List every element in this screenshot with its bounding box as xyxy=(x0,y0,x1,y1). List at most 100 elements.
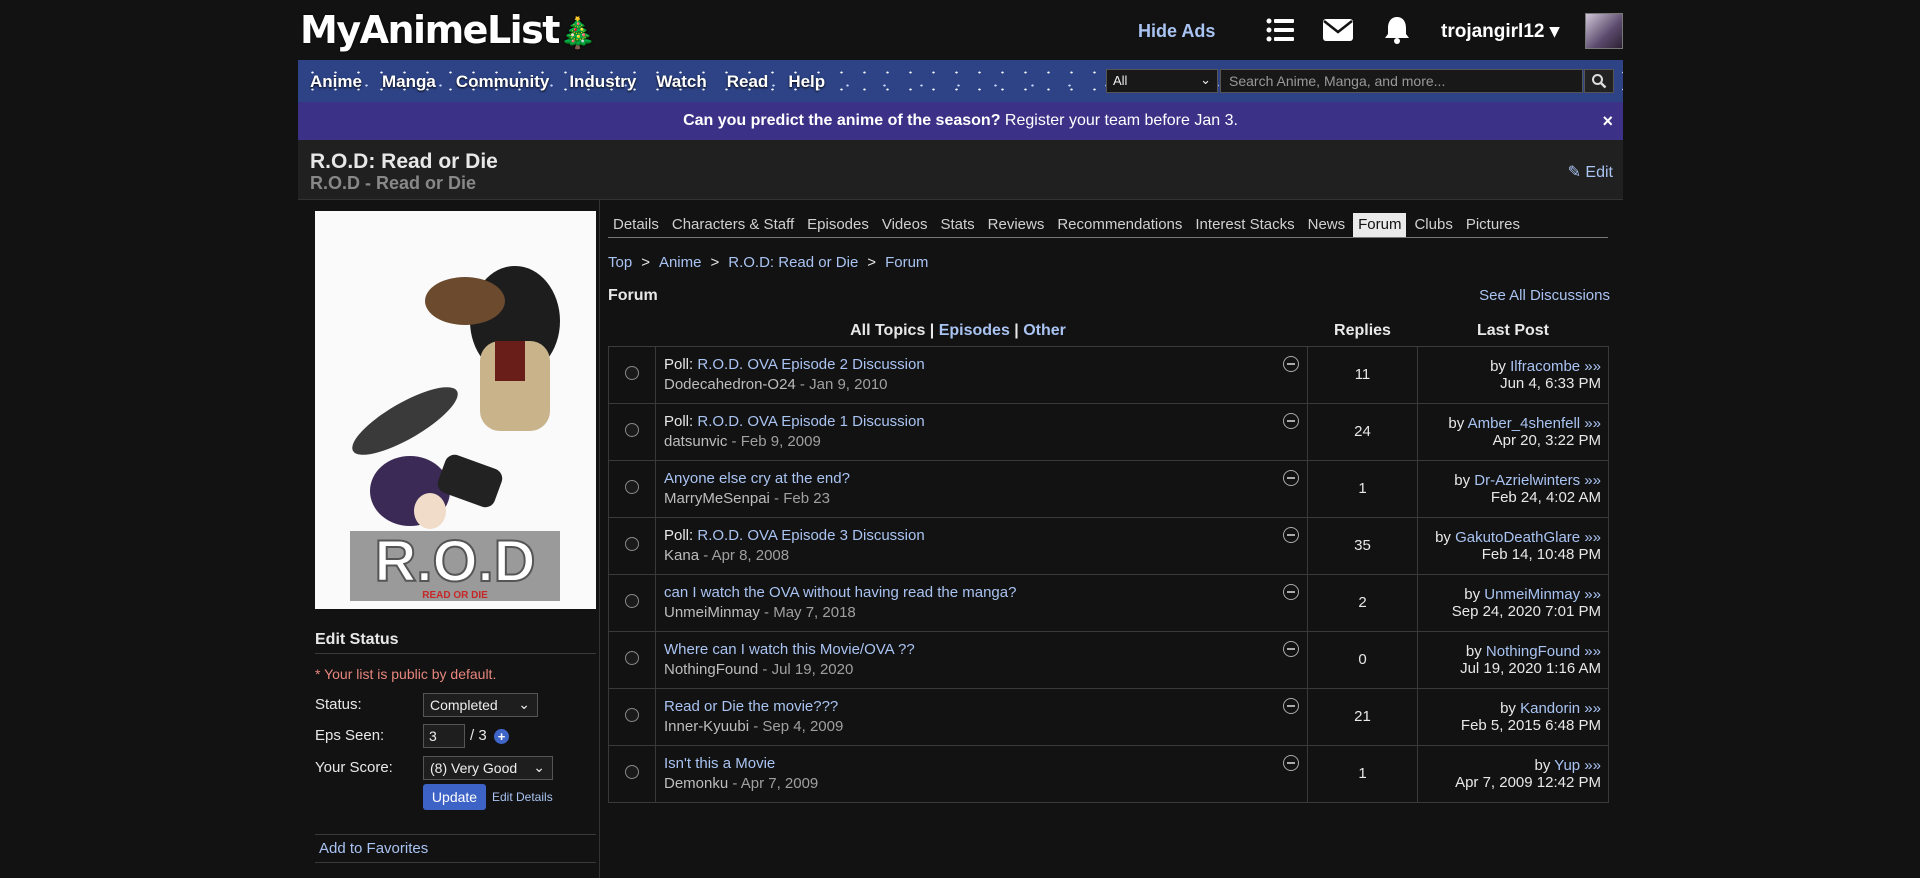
increment-eps-icon[interactable]: + xyxy=(494,729,509,744)
topic-author[interactable]: datsunvic xyxy=(664,433,727,450)
topic-author[interactable]: MarryMeSenpai xyxy=(664,490,770,507)
topic-radio[interactable] xyxy=(625,651,639,665)
topic-title-link[interactable]: can I watch the OVA without having read … xyxy=(664,584,1016,601)
add-to-favorites-link[interactable]: Add to Favorites xyxy=(315,834,596,863)
last-post-user-link[interactable]: UnmeiMinmay »» xyxy=(1484,586,1601,603)
last-post-user-link[interactable]: Dr-Azrielwinters »» xyxy=(1474,472,1601,489)
nav-watch[interactable]: Watch xyxy=(656,72,706,92)
collapse-icon[interactable] xyxy=(1283,640,1299,657)
avatar[interactable] xyxy=(1585,13,1623,49)
eps-total: / 3 xyxy=(470,727,487,744)
tab-news[interactable]: News xyxy=(1303,213,1351,237)
tab-pictures[interactable]: Pictures xyxy=(1461,213,1525,237)
close-icon[interactable]: × xyxy=(1602,102,1613,140)
promo-banner[interactable]: Can you predict the anime of the season?… xyxy=(298,102,1623,140)
topic-radio[interactable] xyxy=(625,594,639,608)
topic-author[interactable]: Inner-Kyuubi xyxy=(664,718,749,735)
topic-radio[interactable] xyxy=(625,708,639,722)
topic-radio[interactable] xyxy=(625,537,639,551)
bell-icon[interactable] xyxy=(1381,14,1413,46)
topic-title-link[interactable]: R.O.D. OVA Episode 1 Discussion xyxy=(697,413,924,430)
search-input[interactable]: Search Anime, Manga, and more... xyxy=(1220,69,1583,93)
topic-radio[interactable] xyxy=(625,423,639,437)
tab-characters-staff[interactable]: Characters & Staff xyxy=(667,213,799,237)
nav-anime[interactable]: Anime xyxy=(310,72,362,92)
update-button[interactable]: Update xyxy=(423,784,486,810)
last-post-user-link[interactable]: GakutoDeathGlare »» xyxy=(1455,529,1601,546)
hide-ads-link[interactable]: Hide Ads xyxy=(1138,21,1215,42)
topic-title-link[interactable]: Read or Die the movie??? xyxy=(664,698,838,715)
tab-videos[interactable]: Videos xyxy=(877,213,933,237)
collapse-icon[interactable] xyxy=(1283,355,1299,372)
eps-seen-input[interactable]: 3 xyxy=(423,724,465,748)
topic-title-link[interactable]: Anyone else cry at the end? xyxy=(664,470,850,487)
breadcrumb-forum[interactable]: Forum xyxy=(885,254,928,271)
site-logo[interactable]: MyAnimeList🎄 xyxy=(300,8,596,52)
topic-title-link[interactable]: Isn't this a Movie xyxy=(664,755,775,772)
collapse-icon[interactable] xyxy=(1283,412,1299,429)
collapse-icon[interactable] xyxy=(1283,754,1299,771)
topic-title-link[interactable]: Where can I watch this Movie/OVA ?? xyxy=(664,641,915,658)
last-post-user-link[interactable]: Ilfracombe »» xyxy=(1510,358,1601,375)
last-post-user-link[interactable]: Kandorin »» xyxy=(1520,700,1601,717)
topic-date: Feb 9, 2009 xyxy=(740,433,821,450)
topic-author[interactable]: Demonku xyxy=(664,775,728,792)
topic-cell: Poll: R.O.D. OVA Episode 1 Discussion dat… xyxy=(655,402,1308,461)
collapse-icon[interactable] xyxy=(1283,697,1299,714)
topic-cell: Poll: R.O.D. OVA Episode 2 Discussion Dod… xyxy=(655,345,1308,404)
tab-forum[interactable]: Forum xyxy=(1353,213,1407,237)
tab-clubs[interactable]: Clubs xyxy=(1409,213,1457,237)
tab-recommendations[interactable]: Recommendations xyxy=(1052,213,1187,237)
topic-title-line: Poll: R.O.D. OVA Episode 3 Discussion xyxy=(664,527,1299,544)
table-row: can I watch the OVA without having read … xyxy=(608,573,1609,632)
tab-interest-stacks[interactable]: Interest Stacks xyxy=(1190,213,1299,237)
last-post-user-link[interactable]: Amber_4shenfell »» xyxy=(1468,415,1601,432)
topic-filter-header: All Topics | Episodes | Other xyxy=(608,316,1308,347)
nav-community[interactable]: Community xyxy=(456,72,550,92)
topic-author[interactable]: NothingFound xyxy=(664,661,758,678)
topic-author[interactable]: UnmeiMinmay xyxy=(664,604,760,621)
last-post-date: Apr 7, 2009 12:42 PM xyxy=(1455,773,1601,791)
see-all-discussions-link[interactable]: See All Discussions xyxy=(1479,287,1610,304)
list-icon[interactable] xyxy=(1264,14,1296,46)
filter-all-topics[interactable]: All Topics xyxy=(850,322,925,339)
topic-title-link[interactable]: R.O.D. OVA Episode 2 Discussion xyxy=(697,356,924,373)
cover-subtitle: READ OR DIE xyxy=(422,590,488,601)
search-button[interactable] xyxy=(1584,69,1614,93)
topic-radio[interactable] xyxy=(625,765,639,779)
last-post-user-link[interactable]: NothingFound »» xyxy=(1486,643,1601,660)
username-menu[interactable]: trojangirl12 ▾ xyxy=(1441,20,1559,43)
nav-help[interactable]: Help xyxy=(788,72,825,92)
edit-label: Edit xyxy=(1585,164,1613,181)
mail-icon[interactable] xyxy=(1322,14,1354,46)
breadcrumb-top[interactable]: Top xyxy=(608,254,632,271)
edit-details-link[interactable]: Edit Details xyxy=(492,790,553,804)
topic-radio[interactable] xyxy=(625,480,639,494)
collapse-icon[interactable] xyxy=(1283,469,1299,486)
breadcrumb-title[interactable]: R.O.D: Read or Die xyxy=(728,254,858,271)
nav-industry[interactable]: Industry xyxy=(569,72,636,92)
edit-title-button[interactable]: ✎ Edit xyxy=(1568,162,1613,182)
tab-details[interactable]: Details xyxy=(608,213,664,237)
breadcrumb-anime[interactable]: Anime xyxy=(659,254,702,271)
cover-image[interactable]: R.O.D READ OR DIE xyxy=(315,211,596,609)
topic-author[interactable]: Kana xyxy=(664,547,699,564)
filter-other[interactable]: Other xyxy=(1023,322,1066,339)
search-type-select[interactable]: All ⌄ xyxy=(1106,69,1218,93)
filter-episodes[interactable]: Episodes xyxy=(939,322,1010,339)
tab-reviews[interactable]: Reviews xyxy=(983,213,1050,237)
last-post-date: Jul 19, 2020 1:16 AM xyxy=(1460,659,1601,677)
collapse-icon[interactable] xyxy=(1283,583,1299,600)
status-select[interactable]: Completed ⌄ xyxy=(423,693,538,717)
last-post-user-link[interactable]: Yup »» xyxy=(1554,757,1601,774)
nav-manga[interactable]: Manga xyxy=(382,72,436,92)
tab-stats[interactable]: Stats xyxy=(935,213,979,237)
collapse-icon[interactable] xyxy=(1283,526,1299,543)
score-select[interactable]: (8) Very Good ⌄ xyxy=(423,756,553,780)
page-title: R.O.D: Read or Die xyxy=(310,150,498,173)
topic-radio[interactable] xyxy=(625,366,639,380)
tab-episodes[interactable]: Episodes xyxy=(802,213,874,237)
nav-read[interactable]: Read xyxy=(727,72,769,92)
topic-title-link[interactable]: R.O.D. OVA Episode 3 Discussion xyxy=(697,527,924,544)
topic-author[interactable]: Dodecahedron-O24 xyxy=(664,376,796,393)
